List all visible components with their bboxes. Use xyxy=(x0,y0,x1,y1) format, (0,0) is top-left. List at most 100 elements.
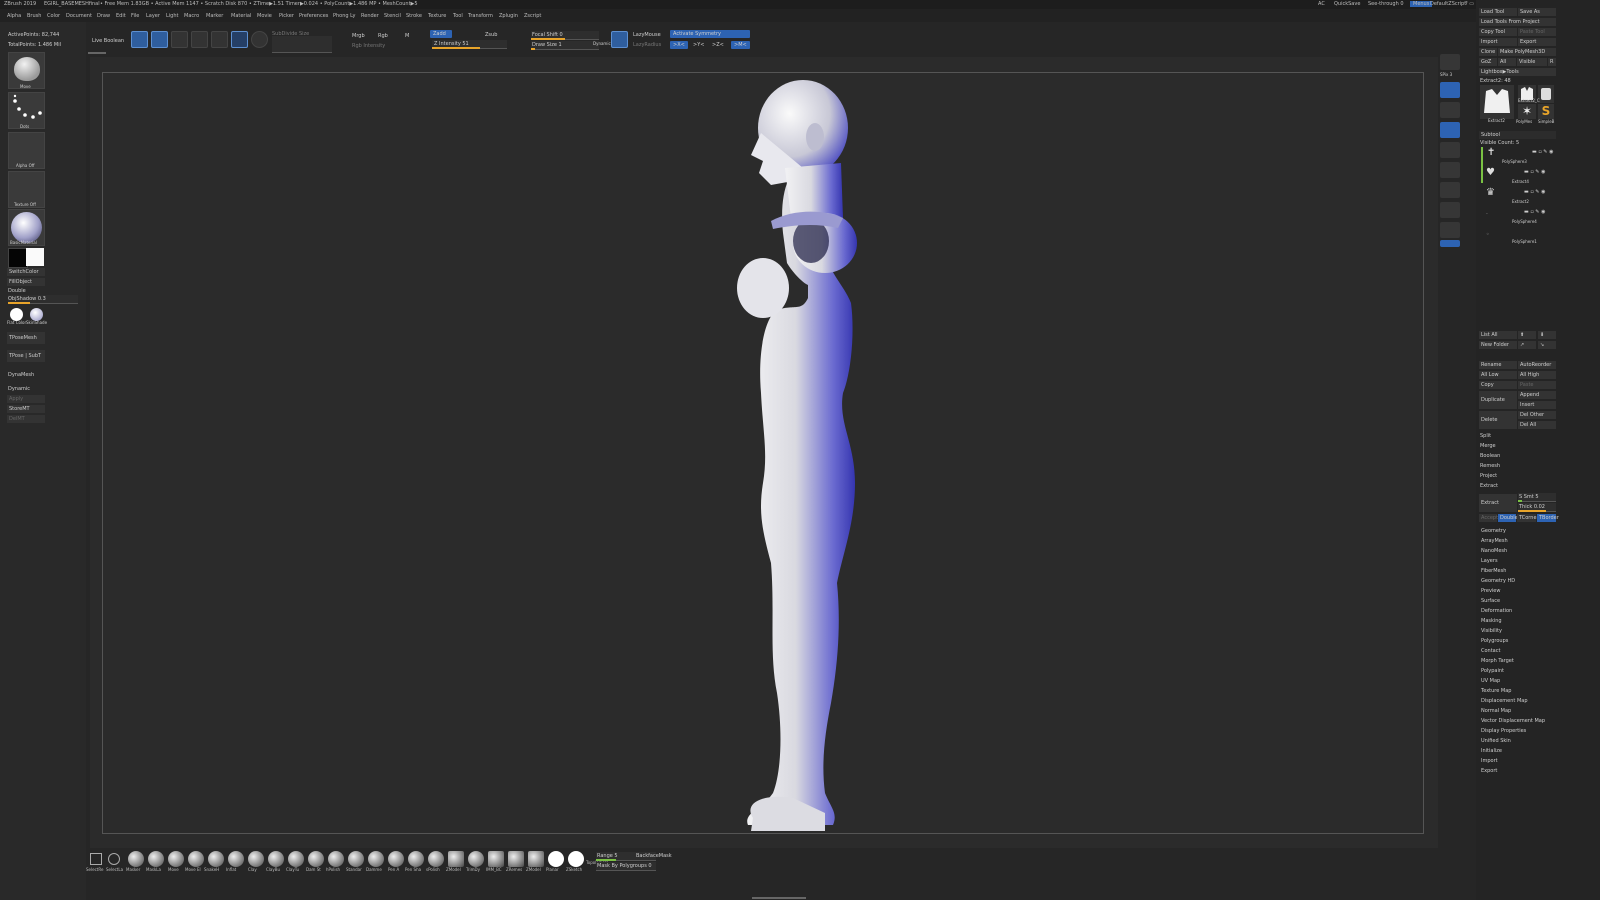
menu-morph-target[interactable]: Morph Target xyxy=(1481,658,1514,664)
selectrect-icon[interactable] xyxy=(90,853,102,865)
autoreorder-button[interactable]: AutoReorder xyxy=(1518,361,1556,369)
menu-phongly[interactable]: Phong Ly xyxy=(333,13,355,19)
subtool-controls-icon[interactable]: ▬ ▫ ✎ ◉ xyxy=(1524,169,1545,175)
persp-button[interactable] xyxy=(1440,122,1460,138)
scroll-handle[interactable] xyxy=(88,52,106,54)
new-folder-button[interactable]: New Folder xyxy=(1479,341,1517,349)
activate-symmetry-button[interactable]: Activate Symmetry xyxy=(670,30,750,38)
focal-shift-slider[interactable]: Focal Shift 0 xyxy=(531,31,599,40)
move-view-button[interactable] xyxy=(1440,182,1460,198)
goz-r-button[interactable]: R xyxy=(1548,58,1556,66)
menu-geometry-hd[interactable]: Geometry HD xyxy=(1481,578,1515,584)
dynamic-toggle[interactable]: Dynamic xyxy=(8,386,30,392)
copy-tool-button[interactable]: Copy Tool xyxy=(1479,28,1517,36)
menu-edit[interactable]: Edit xyxy=(116,13,126,19)
standard-brush-icon[interactable] xyxy=(348,851,364,867)
fillobject-button[interactable]: FillObject xyxy=(7,278,45,286)
thick-slider[interactable]: Thick 0.02 xyxy=(1518,503,1556,512)
menu-document[interactable]: Document xyxy=(66,13,92,19)
menu-stroke[interactable]: Stroke xyxy=(406,13,422,19)
menu-vector-displacement-map[interactable]: Vector Displacement Map xyxy=(1481,718,1545,724)
menu-geometry[interactable]: Geometry xyxy=(1481,528,1506,534)
delmt-button[interactable]: DelMT xyxy=(7,415,45,423)
move-mode-button[interactable] xyxy=(171,31,188,48)
apply-button[interactable]: Apply xyxy=(7,395,45,403)
inflate-brush-icon[interactable] xyxy=(228,851,244,867)
move-down-icon[interactable]: ⬇ xyxy=(1538,331,1556,339)
viewport-canvas[interactable] xyxy=(102,72,1424,834)
backfacemask-button[interactable]: BackfaceMask xyxy=(636,853,672,859)
menu-masking[interactable]: Masking xyxy=(1481,618,1502,624)
all-low-button[interactable]: All Low xyxy=(1479,371,1517,379)
menu-deformation[interactable]: Deformation xyxy=(1481,608,1512,614)
subtool-row[interactable]: ◦ PolySphere1 xyxy=(1484,227,1556,245)
lazymouse-icon[interactable] xyxy=(611,31,628,48)
spix-slider[interactable]: SPix 3 xyxy=(1440,72,1452,77)
bottom-scroll-handle[interactable] xyxy=(752,897,806,899)
zsketch-brush-icon[interactable] xyxy=(568,851,584,867)
menu-material[interactable]: Material xyxy=(231,13,251,19)
tool-thumb-extract2[interactable] xyxy=(1480,85,1514,119)
scale-mode-button[interactable] xyxy=(191,31,208,48)
sphere-icon[interactable] xyxy=(251,31,268,48)
z-intensity-slider[interactable]: Z Intensity 51 xyxy=(432,40,507,49)
goz-button[interactable]: GoZ xyxy=(1479,58,1497,66)
all-high-button[interactable]: All High xyxy=(1518,371,1556,379)
append-button[interactable]: Append xyxy=(1518,391,1556,399)
menu-import[interactable]: Import xyxy=(1481,758,1498,764)
scroll-button[interactable] xyxy=(1440,82,1460,98)
menu-nanomesh[interactable]: NanoMesh xyxy=(1481,548,1507,554)
duplicate-button[interactable]: Duplicate xyxy=(1479,391,1517,409)
export-tool-button[interactable]: Export xyxy=(1518,38,1556,46)
menu-render[interactable]: Render xyxy=(361,13,379,19)
save-as-button[interactable]: Save As xyxy=(1518,8,1556,16)
rgb-intensity-slider[interactable]: Rgb Intensity xyxy=(352,43,385,49)
project-menu[interactable]: Project xyxy=(1480,473,1497,479)
rotate-view-button[interactable] xyxy=(1440,202,1460,218)
copy-subtool-button[interactable]: Copy xyxy=(1479,381,1517,389)
menu-light[interactable]: Light xyxy=(166,13,178,19)
del-other-button[interactable]: Del Other xyxy=(1518,411,1556,419)
folder-arrow-icon[interactable]: ↗ xyxy=(1518,341,1536,349)
accept-button[interactable]: Accept xyxy=(1479,514,1498,522)
menu-polygroups[interactable]: Polygroups xyxy=(1481,638,1508,644)
damme-brush-icon[interactable] xyxy=(368,851,384,867)
menu-displacement-map[interactable]: Displacement Map xyxy=(1481,698,1528,704)
m-button[interactable]: M xyxy=(405,33,409,39)
lazyradius-slider[interactable]: LazyRadius xyxy=(633,42,661,48)
menus-button[interactable]: Menus xyxy=(1410,1,1433,7)
zoom-button[interactable] xyxy=(1440,102,1460,118)
menu-unified-skin[interactable]: Unified Skin xyxy=(1481,738,1511,744)
rgb-button[interactable]: Rgb xyxy=(378,33,388,39)
menu-polypaint[interactable]: Polypaint xyxy=(1481,668,1504,674)
clone-button[interactable]: Clone xyxy=(1479,48,1497,56)
menu-draw[interactable]: Draw xyxy=(97,13,110,19)
menu-preferences[interactable]: Preferences xyxy=(299,13,328,19)
zmodeler-brush-icon[interactable] xyxy=(448,851,464,867)
zremesher-brush-icon[interactable] xyxy=(508,851,524,867)
subtool-controls-icon[interactable]: ▬ ▫ ✎ ◉ xyxy=(1524,189,1545,195)
make-polymesh-button[interactable]: Make PolyMesh3D xyxy=(1498,48,1556,56)
snakehook-brush-icon[interactable] xyxy=(208,851,224,867)
menu-tool[interactable]: Tool xyxy=(453,13,463,19)
double-button[interactable]: Double xyxy=(1498,514,1518,522)
clay-brush-icon[interactable] xyxy=(248,851,264,867)
tposemesh-button[interactable]: TPoseMesh xyxy=(7,332,45,344)
claytubes-brush-icon[interactable] xyxy=(288,851,304,867)
extract-button[interactable]: Extract xyxy=(1479,494,1517,512)
rename-button[interactable]: Rename xyxy=(1479,361,1517,369)
tborder-button[interactable]: TBorder xyxy=(1537,514,1559,522)
rotate-mode-button[interactable] xyxy=(211,31,228,48)
draw-mode-button[interactable] xyxy=(151,31,168,48)
menu-zscript[interactable]: Zscript xyxy=(524,13,541,19)
selectlasso-icon[interactable] xyxy=(108,853,120,865)
secondary-slider[interactable] xyxy=(272,44,332,53)
bpr-button[interactable] xyxy=(1440,54,1460,70)
menu-movie[interactable]: Movie xyxy=(257,13,272,19)
menu-contact[interactable]: Contact xyxy=(1481,648,1500,654)
lazymouse-button[interactable]: LazyMouse xyxy=(633,32,661,38)
sym-x-button[interactable]: >X< xyxy=(670,41,688,49)
trimdynamic-brush-icon[interactable] xyxy=(468,851,484,867)
tool-thumb-cylinder[interactable] xyxy=(1538,85,1554,103)
menu-fibermesh[interactable]: FiberMesh xyxy=(1481,568,1506,574)
